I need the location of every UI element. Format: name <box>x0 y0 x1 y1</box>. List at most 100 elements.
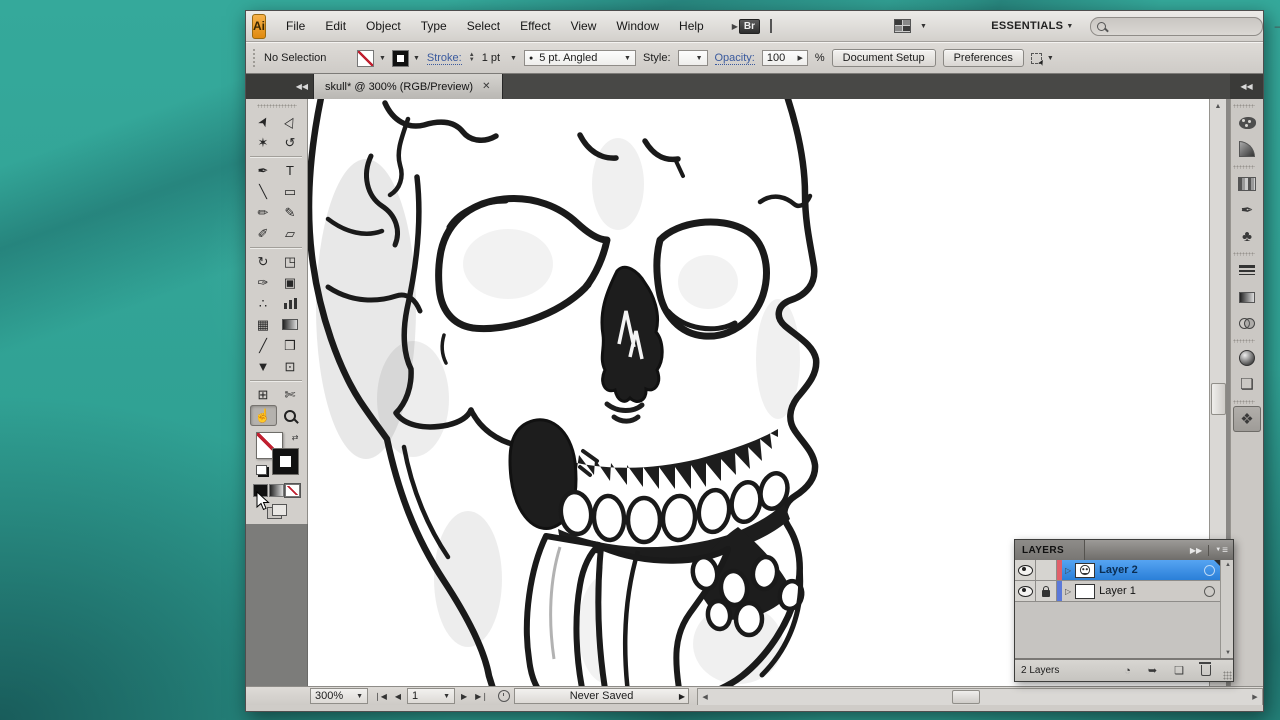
live-paint-bucket-tool[interactable]: ▼ <box>250 356 277 377</box>
gradient-button[interactable] <box>269 484 284 497</box>
symbols-panel[interactable]: ♣ <box>1233 223 1261 249</box>
layer-name[interactable]: Layer 2 <box>1099 564 1200 576</box>
workspace-switcher[interactable]: ▼ ESSENTIALS ▼ <box>894 19 1074 33</box>
layer-row[interactable]: ▷ Layer 2 <box>1015 560 1233 581</box>
menu-window[interactable]: Window <box>606 16 669 36</box>
fill-stroke-indicator[interactable]: ⇄ <box>256 432 298 474</box>
menu-file[interactable]: File <box>276 16 315 36</box>
appearance-panel[interactable] <box>1233 345 1261 371</box>
default-fill-stroke-icon[interactable] <box>256 465 267 475</box>
menu-view[interactable]: View <box>561 16 607 36</box>
panel-resize-grip[interactable] <box>1223 671 1232 680</box>
fill-color-control[interactable]: ▼ <box>357 50 386 67</box>
menu-type[interactable]: Type <box>411 16 457 36</box>
layers-panel-button[interactable]: ❖ <box>1233 406 1261 432</box>
layers-scroll-up-icon[interactable]: ▲ <box>1225 562 1231 568</box>
layer-row-body[interactable]: ▷Layer 1 <box>1062 581 1221 601</box>
graphic-styles-panel[interactable]: ❏ <box>1233 371 1261 397</box>
document-setup-button[interactable]: Document Setup <box>832 49 936 67</box>
layers-scrollbar[interactable]: ▲ ▼ <box>1220 560 1233 658</box>
free-transform-tool[interactable]: ▣ <box>277 272 304 293</box>
layer-visibility-toggle[interactable] <box>1015 560 1036 580</box>
type-tool[interactable]: T <box>277 160 304 181</box>
style-select[interactable]: ▼ <box>678 50 708 66</box>
hand-tool[interactable]: ☝ <box>250 405 277 426</box>
pencil-tool[interactable]: ✎ <box>277 202 304 223</box>
brush-definition-select[interactable]: ● 5 pt. Angled ▼ <box>524 50 636 66</box>
rotate-tool[interactable]: ↻ <box>250 251 277 272</box>
next-artboard-button[interactable]: ▶ <box>459 692 469 701</box>
width-tool[interactable]: ✑ <box>250 272 277 293</box>
layer-row-body[interactable]: ▷ Layer 2 <box>1062 560 1221 580</box>
dock-group-grip[interactable] <box>1233 104 1255 108</box>
mesh-tool[interactable]: ▦ <box>250 314 277 335</box>
stroke-weight-value[interactable]: 1 pt <box>482 52 500 64</box>
color-guide-panel[interactable] <box>1233 136 1261 162</box>
vertical-scrollbar-thumb[interactable] <box>1211 383 1226 415</box>
layer-row[interactable]: ▷Layer 1 <box>1015 581 1233 602</box>
stroke-swatch-black-icon[interactable] <box>273 449 298 474</box>
brushes-panel[interactable]: ✒ <box>1233 197 1261 223</box>
gradient-panel[interactable] <box>1233 284 1261 310</box>
lasso-tool[interactable]: ↺ <box>277 132 304 153</box>
eraser-tool[interactable]: ▱ <box>277 223 304 244</box>
dock-group-grip[interactable] <box>1233 252 1255 256</box>
layer-visibility-toggle[interactable] <box>1015 581 1036 601</box>
rectangle-tool[interactable]: ▭ <box>277 181 304 202</box>
transparency-panel[interactable] <box>1233 310 1261 336</box>
stroke-panel[interactable] <box>1233 258 1261 284</box>
opacity-field[interactable]: 100 ▶ <box>762 50 808 66</box>
dock-group-grip[interactable] <box>1233 400 1255 404</box>
color-panel[interactable] <box>1233 110 1261 136</box>
minimize-button[interactable]: – <box>1275 19 1280 33</box>
slice-tool[interactable]: ✄ <box>277 384 304 405</box>
stroke-weight-caret-icon[interactable]: ▼ <box>510 55 517 62</box>
paintbrush-tool[interactable]: ✏ <box>250 202 277 223</box>
select-similar-button[interactable]: ▼ <box>1031 53 1054 64</box>
document-tab[interactable]: skull* @ 300% (RGB/Preview) ✕ <box>314 74 503 99</box>
zoom-tool[interactable] <box>277 405 304 426</box>
menu-effect[interactable]: Effect <box>510 16 560 36</box>
status-display[interactable]: Never Saved ▶ <box>514 688 689 704</box>
swap-fill-stroke-icon[interactable]: ⇄ <box>292 433 299 442</box>
menu-help[interactable]: Help <box>669 16 714 36</box>
layer-lock-toggle[interactable] <box>1036 581 1057 601</box>
layer-lock-toggle[interactable] <box>1036 560 1057 580</box>
dock-group-grip[interactable] <box>1233 339 1255 343</box>
layers-panel-tab[interactable]: LAYERS <box>1015 540 1085 560</box>
layer-disclosure-icon[interactable]: ▷ <box>1065 566 1071 575</box>
horizontal-scrollbar[interactable]: ◀ ▶ <box>697 688 1263 705</box>
pen-tool[interactable]: ✒ <box>250 160 277 181</box>
search-box[interactable] <box>1090 17 1263 36</box>
previous-artboard-button[interactable]: ◀ <box>393 692 403 701</box>
first-artboard-button[interactable]: ❘◀ <box>372 692 389 701</box>
layer-thumbnail[interactable] <box>1075 563 1095 578</box>
magic-wand-tool[interactable]: ✶ <box>250 132 277 153</box>
layer-name[interactable]: Layer 1 <box>1099 585 1200 597</box>
make-clipping-mask-button[interactable]: ◔ <box>1124 665 1131 677</box>
preferences-button[interactable]: Preferences <box>943 49 1024 67</box>
artboard-number-select[interactable]: 1 ▼ <box>407 688 455 704</box>
stroke-color-control[interactable]: ▼ <box>393 51 420 66</box>
panel-expand-icon[interactable]: ▶▶ <box>1190 546 1202 555</box>
blend-tool[interactable]: ❒ <box>277 335 304 356</box>
artboard-tool[interactable]: ⊞ <box>250 384 277 405</box>
menu-edit[interactable]: Edit <box>315 16 356 36</box>
layer-thumbnail[interactable] <box>1075 584 1095 599</box>
live-paint-selection-tool[interactable]: ⊡ <box>277 356 304 377</box>
gradient-tool[interactable] <box>277 314 304 335</box>
status-flyout-icon[interactable]: ▶ <box>679 692 685 701</box>
arrange-documents-icon[interactable] <box>770 19 772 33</box>
line-segment-tool[interactable]: ╲ <box>250 181 277 202</box>
color-button[interactable] <box>253 484 268 497</box>
layers-panel-header[interactable]: LAYERS ▶▶ ▼≡ <box>1015 540 1233 560</box>
scale-tool[interactable]: ◳ <box>277 251 304 272</box>
stroke-link[interactable]: Stroke: <box>427 52 462 65</box>
column-graph-tool[interactable] <box>277 293 304 314</box>
create-new-sublayer-button[interactable]: ➥ <box>1148 664 1157 677</box>
toolbox-grip[interactable] <box>257 104 297 108</box>
control-bar-grip[interactable] <box>252 48 257 68</box>
menu-select[interactable]: Select <box>457 16 510 36</box>
scroll-right-icon[interactable]: ▶ <box>1248 693 1262 701</box>
opacity-link[interactable]: Opacity: <box>715 52 755 65</box>
